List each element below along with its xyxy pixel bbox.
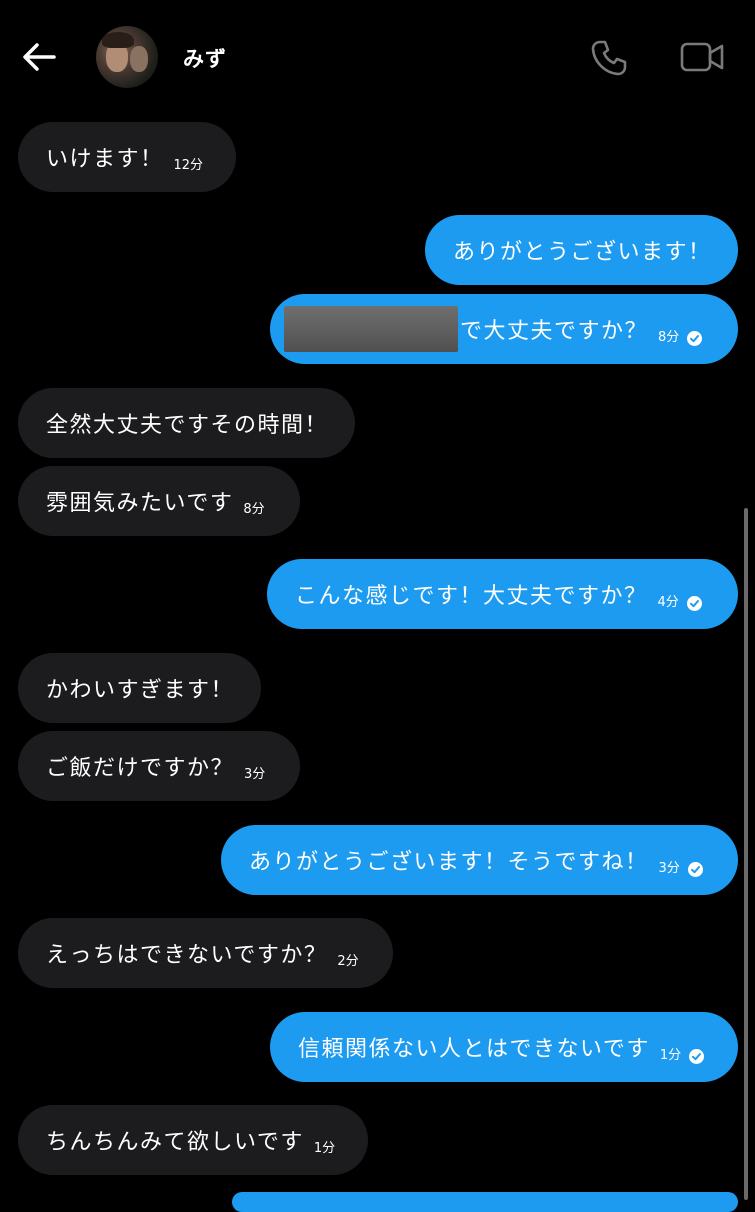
outgoing-message[interactable]: ありがとうございます！そうですね！ 3分 <box>221 825 738 895</box>
message-time: 3分 <box>244 767 266 782</box>
back-arrow-icon[interactable] <box>20 38 58 76</box>
read-check-icon <box>686 596 702 611</box>
incoming-message[interactable]: いけます！ 12分 <box>18 122 236 192</box>
message-time: 8分 <box>658 330 680 345</box>
message-text: 信頼関係ない人とはできないです <box>298 1037 650 1062</box>
contact-name[interactable]: みず <box>183 43 227 73</box>
message-text: ご飯だけですか？ <box>46 756 235 781</box>
read-check-icon <box>689 1049 705 1064</box>
outgoing-message-partial[interactable] <box>232 1192 738 1212</box>
incoming-message[interactable]: ちんちんみて欲しいです 1分 <box>18 1105 368 1175</box>
read-check-icon <box>687 862 703 877</box>
message-time: 1分 <box>313 1141 336 1156</box>
message-time: 4分 <box>657 595 679 610</box>
incoming-message[interactable]: 雰囲気みたいです 8分 <box>18 466 300 536</box>
phone-icon[interactable] <box>589 38 629 78</box>
video-camera-icon[interactable] <box>680 40 724 74</box>
message-text: で大丈夫ですか？ <box>460 319 649 344</box>
message-text: 雰囲気みたいです <box>46 491 234 516</box>
read-check-icon <box>687 331 703 346</box>
incoming-message[interactable]: えっちはできないですか？ 2分 <box>18 918 393 988</box>
outgoing-message[interactable]: 信頼関係ない人とはできないです 1分 <box>270 1012 738 1082</box>
outgoing-message[interactable]: こんな感じです！大丈夫ですか？ 4分 <box>267 559 738 629</box>
incoming-message[interactable]: ご飯だけですか？ 3分 <box>18 731 300 801</box>
message-time: 12分 <box>173 158 204 173</box>
message-time: 3分 <box>658 861 680 876</box>
incoming-message[interactable]: かわいすぎます！ <box>18 653 261 723</box>
message-text: ありがとうございます！ <box>453 240 712 265</box>
scrollbar[interactable] <box>744 508 748 1200</box>
outgoing-message[interactable]: ありがとうございます！ <box>425 215 738 285</box>
chat-header: みず <box>0 0 755 112</box>
message-text: いけます！ <box>46 147 164 172</box>
contact-avatar[interactable] <box>96 26 158 88</box>
outgoing-message[interactable]: で大丈夫ですか？ 8分 <box>270 294 738 364</box>
message-text: ちんちんみて欲しいです <box>46 1130 304 1155</box>
message-time: 1分 <box>659 1048 682 1063</box>
message-text: 全然大丈夫ですその時間！ <box>46 413 329 438</box>
message-text: えっちはできないですか？ <box>46 943 328 968</box>
message-text: かわいすぎます！ <box>46 678 235 703</box>
redacted-content <box>284 306 458 352</box>
message-text: こんな感じです！大丈夫ですか？ <box>295 584 648 609</box>
message-time: 2分 <box>337 954 359 969</box>
message-time: 8分 <box>243 502 265 517</box>
message-text: ありがとうございます！そうですね！ <box>249 850 649 875</box>
incoming-message[interactable]: 全然大丈夫ですその時間！ <box>18 388 355 458</box>
